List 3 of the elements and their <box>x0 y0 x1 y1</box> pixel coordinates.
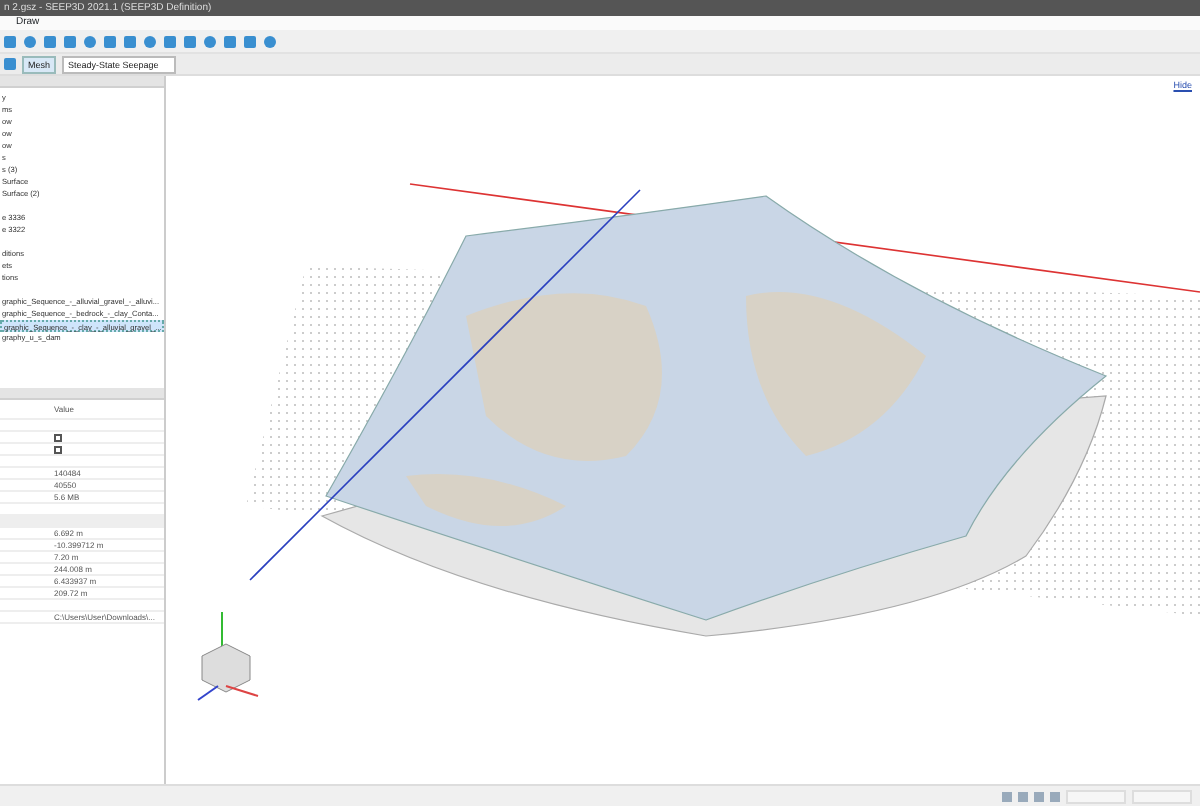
checkbox[interactable] <box>54 446 62 454</box>
checkbox[interactable] <box>54 434 62 442</box>
view-cube-drawing <box>197 611 259 701</box>
